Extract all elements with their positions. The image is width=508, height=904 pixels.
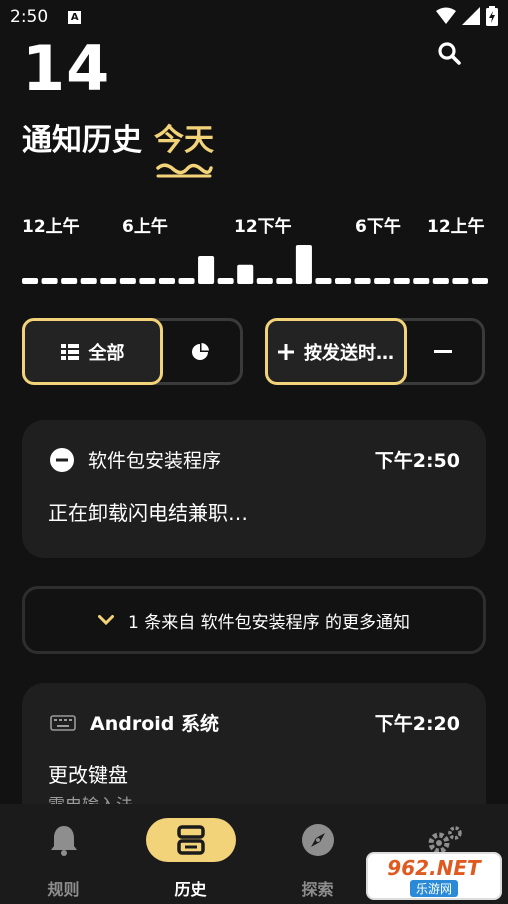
search-icon[interactable] — [436, 40, 462, 66]
card-app-name: Android 系统 — [90, 713, 219, 735]
histogram-bar — [119, 278, 136, 284]
histogram-bar — [471, 278, 488, 284]
status-time: 2:50 — [10, 7, 49, 27]
histogram-bar — [237, 264, 254, 284]
card-text: 更改键盘 — [48, 763, 128, 787]
view-all-label: 全部 — [88, 342, 125, 364]
hour-label: 12上午 — [22, 217, 80, 237]
chevron-down-icon — [97, 615, 114, 625]
card-text: 正在卸载闪电结兼职… — [48, 501, 248, 525]
signal-icon — [462, 7, 480, 25]
history-icon — [176, 825, 205, 855]
histogram-bar — [374, 278, 391, 284]
nav-explore[interactable]: 探索 — [254, 804, 381, 904]
notification-count: 14 — [22, 32, 111, 105]
histogram-bar — [413, 278, 430, 284]
histogram-bar — [41, 278, 58, 284]
hour-label: 6下午 — [355, 217, 401, 237]
nav-icon-container — [273, 818, 363, 862]
title-text: 通知历史 — [22, 123, 142, 158]
more-text: 1 条来自 软件包安装程序 的更多通知 — [127, 612, 411, 633]
plus-icon — [278, 343, 294, 360]
histogram-bar — [178, 278, 195, 284]
histogram-bar — [139, 278, 156, 284]
notification-a-icon: A — [68, 10, 82, 24]
histogram-bar — [276, 278, 293, 284]
keyboard-icon — [50, 714, 76, 731]
histogram-bar — [158, 278, 175, 284]
notification-histogram — [22, 245, 488, 284]
view-toggle-group: 全部 — [22, 318, 243, 385]
expand-more-button[interactable]: 1 条来自 软件包安装程序 的更多通知 — [22, 586, 486, 654]
sort-by-time-button[interactable]: 按发送时… — [265, 318, 407, 385]
card-time: 下午2:20 — [374, 713, 460, 735]
histogram-bar — [354, 278, 371, 284]
histogram-bar — [61, 278, 78, 284]
gear-icon — [428, 826, 462, 854]
status-bar: 2:50 A — [0, 0, 508, 34]
hour-label: 6上午 — [122, 217, 168, 237]
remove-circle-icon — [50, 447, 74, 472]
nav-label: 规则 — [47, 880, 80, 899]
watermark-brand: 962.NET — [387, 855, 481, 880]
histogram-bar — [295, 245, 312, 284]
bell-icon — [50, 826, 77, 856]
nav-icon-container — [145, 818, 236, 862]
histogram-bar — [217, 278, 234, 284]
watermark-logo: 962.NET 乐游网 — [366, 852, 502, 900]
wifi-icon — [436, 7, 456, 24]
card-app-name: 软件包安装程序 — [88, 450, 222, 472]
histogram-bar — [22, 278, 39, 284]
nav-icon-container — [19, 818, 109, 862]
histogram-bar — [335, 278, 352, 284]
notification-card[interactable]: 软件包安装程序 下午2:50 正在卸载闪电结兼职… — [22, 420, 486, 558]
pie-chart-icon — [192, 342, 209, 360]
collapse-button[interactable] — [404, 321, 482, 382]
histogram-bar — [198, 256, 215, 284]
card-time: 下午2:50 — [374, 450, 460, 472]
histogram-bar — [100, 278, 117, 284]
minus-icon — [434, 349, 452, 353]
histogram-bar — [393, 278, 410, 284]
card-header: Android 系统 下午2:20 — [50, 709, 460, 736]
view-all-button[interactable]: 全部 — [22, 318, 163, 385]
histogram-bar — [432, 278, 449, 284]
nav-label: 历史 — [174, 880, 207, 899]
compass-icon — [301, 824, 334, 856]
battery-icon — [486, 6, 498, 26]
view-chart-button[interactable] — [160, 321, 240, 382]
sort-toggle-group: 按发送时… — [265, 318, 485, 385]
histogram-bar — [256, 278, 273, 284]
histogram-bar — [315, 278, 332, 284]
nav-label: 探索 — [301, 880, 334, 899]
nav-history[interactable]: 历史 — [127, 804, 254, 904]
list-icon — [60, 343, 79, 360]
histogram-bar — [80, 278, 97, 284]
watermark-sub: 乐游网 — [409, 879, 458, 897]
card-header: 软件包安装程序 下午2:50 — [50, 446, 460, 473]
hour-label: 12上午 — [427, 217, 485, 237]
page-title: 通知历史 今天 — [22, 115, 214, 159]
nav-rules[interactable]: 规则 — [0, 804, 127, 904]
histogram-hour-labels: 12上午 6上午 12下午 6下午 12上午 — [0, 212, 508, 237]
hour-label: 12下午 — [234, 217, 292, 237]
status-icons — [436, 6, 498, 26]
sort-label: 按发送时… — [304, 342, 394, 364]
squiggle-underline-icon — [156, 163, 213, 178]
period-selector[interactable]: 今天 — [154, 115, 214, 159]
histogram-bar — [452, 278, 469, 284]
